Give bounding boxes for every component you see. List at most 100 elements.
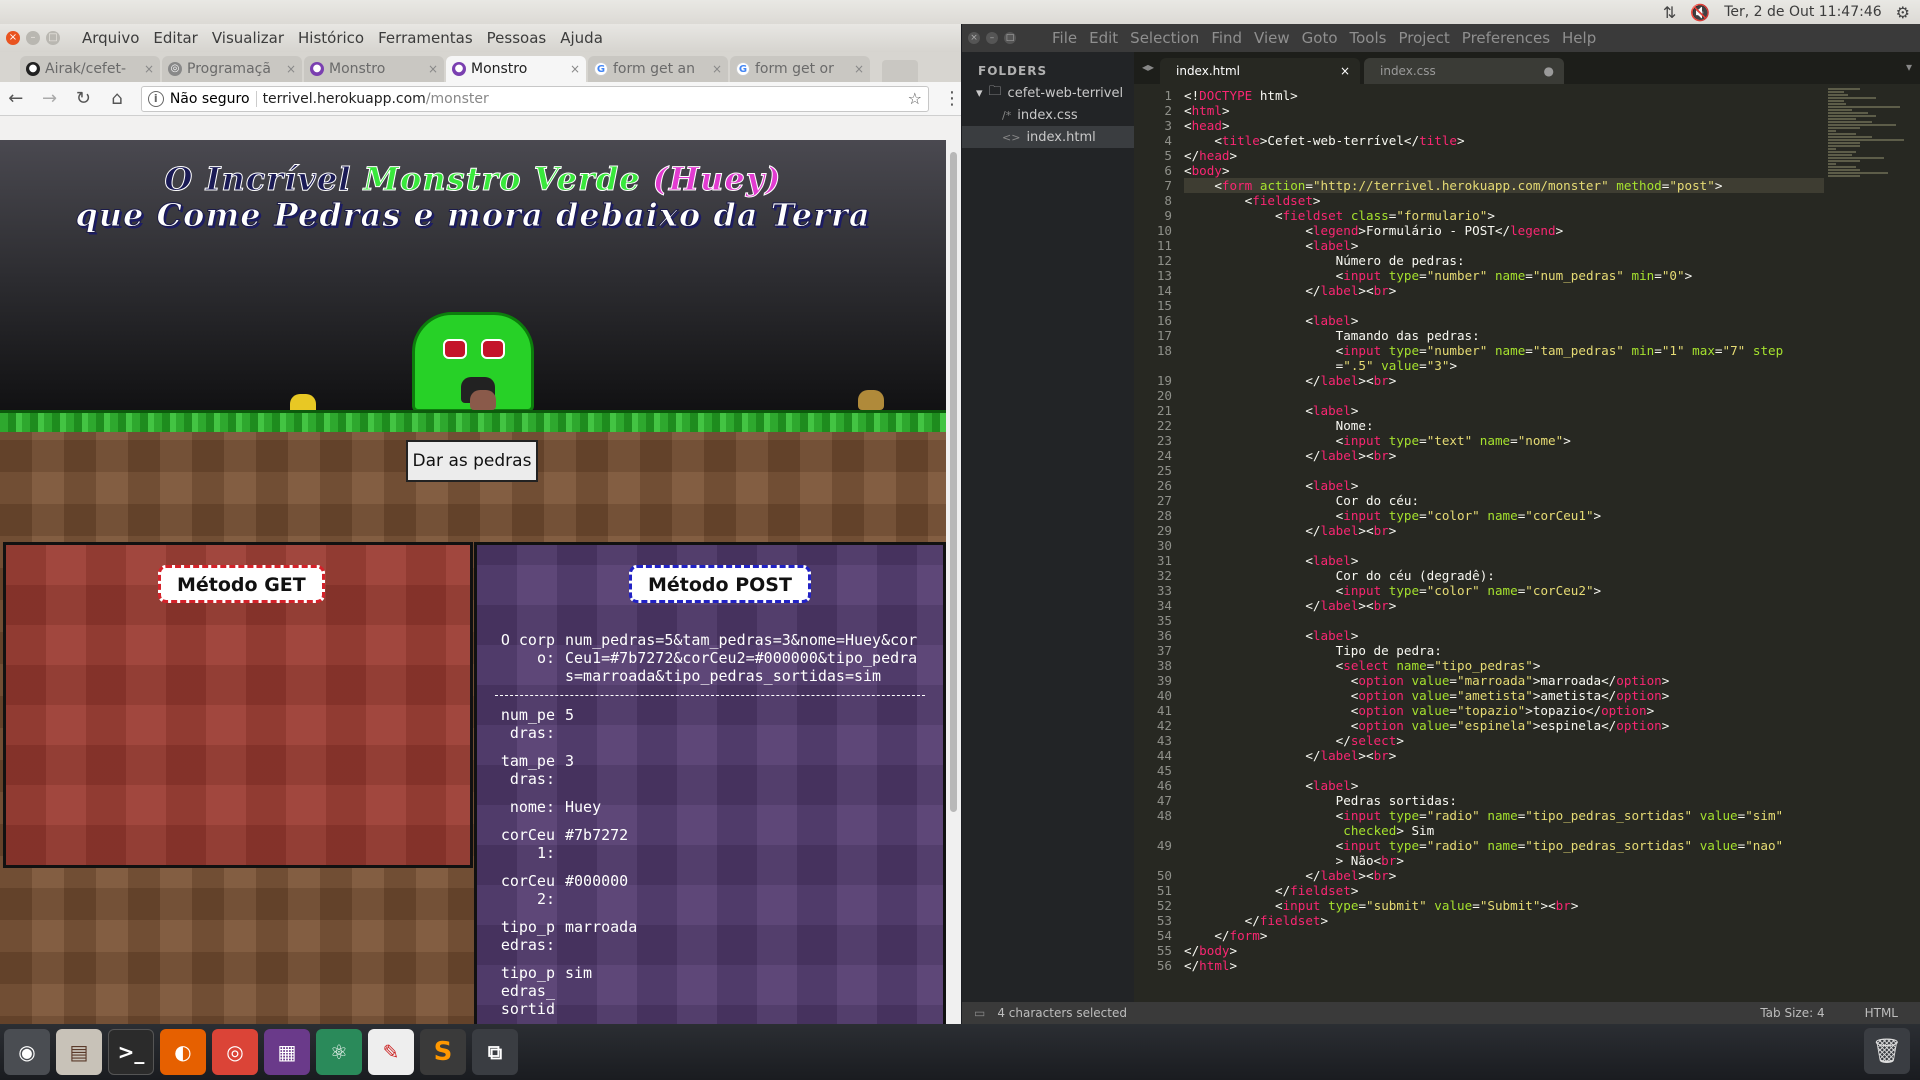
tab-close-icon[interactable]: × [854, 62, 864, 76]
tab-monstro-active[interactable]: ● Monstro × [446, 56, 586, 82]
bookmark-star-icon[interactable]: ☆ [908, 89, 922, 108]
grass-strip [0, 410, 946, 432]
volume-muted-icon[interactable]: 🔇 [1690, 3, 1710, 22]
ubuntu-logo-icon[interactable]: ◉ [4, 1029, 50, 1075]
window-close-icon[interactable]: × [968, 32, 980, 44]
divider [255, 90, 257, 107]
window-close-icon[interactable]: × [6, 31, 20, 45]
menu-find[interactable]: Find [1211, 29, 1242, 47]
give-rocks-button[interactable]: Dar as pedras [406, 440, 538, 482]
tab-label: Monstro [471, 61, 528, 77]
tab-label: form get or [755, 61, 834, 77]
reload-icon[interactable]: ↻ [73, 88, 93, 109]
post-value: marroada [565, 918, 638, 936]
file-row-css[interactable]: /* index.css [962, 104, 1134, 126]
tab-close-icon[interactable]: × [1340, 64, 1350, 78]
menu-ferramentas[interactable]: Ferramentas [376, 29, 475, 47]
scrollbar-thumb[interactable] [950, 152, 957, 812]
menu-view[interactable]: View [1254, 29, 1290, 47]
menu-preferences[interactable]: Preferences [1462, 29, 1550, 47]
window-minimize-icon[interactable]: – [26, 31, 40, 45]
tab-github[interactable]: ● Airak/cefet- × [20, 56, 160, 82]
address-bar[interactable]: i Não seguro terrivel.herokuapp.com /mon… [140, 85, 929, 112]
tab-programacao[interactable]: ◎ Programaçã × [162, 56, 302, 82]
terminal-icon[interactable]: >_ [108, 1029, 154, 1075]
security-label: Não seguro [169, 90, 250, 107]
folder-row[interactable]: ▾ 🗀 cefet-web-terrivel [962, 82, 1134, 104]
tab-close-icon[interactable]: × [286, 62, 296, 76]
tab-form-get-1[interactable]: G form get an × [588, 56, 728, 82]
url-path: /monster [425, 90, 489, 107]
browser-titlebar: × – □ Arquivo Editar Visualizar Históric… [0, 24, 961, 52]
clock[interactable]: Ter, 2 de Out 11:47:46 [1724, 4, 1881, 20]
panel-toggle-icon[interactable]: ▭ [974, 1006, 985, 1020]
new-tab-button[interactable] [882, 60, 918, 82]
menu-historico[interactable]: Histórico [296, 29, 366, 47]
menu-tools[interactable]: Tools [1350, 29, 1387, 47]
menu-editar[interactable]: Editar [151, 29, 199, 47]
sublime-sidebar: FOLDERS ▾ 🗀 cefet-web-terrivel /* index.… [962, 52, 1134, 1002]
trash-icon[interactable]: 🗑 [1864, 1028, 1910, 1074]
menu-ajuda[interactable]: Ajuda [558, 29, 605, 47]
tab-close-icon[interactable]: × [570, 62, 580, 76]
window-minimize-icon[interactable]: – [986, 32, 998, 44]
code-content[interactable]: <!DOCTYPE html> <html> <head> <title>Cefet… [1184, 88, 1824, 973]
menu-edit[interactable]: Edit [1089, 29, 1118, 47]
tab-close-icon[interactable]: × [144, 62, 154, 76]
menu-pessoas[interactable]: Pessoas [485, 29, 549, 47]
workspace-switcher-icon[interactable]: ⧉ [472, 1029, 518, 1075]
page-scrollbar[interactable] [946, 140, 961, 1048]
unsaved-dot-icon[interactable]: ● [1544, 64, 1554, 78]
menu-file[interactable]: File [1052, 29, 1077, 47]
syntax-indicator[interactable]: HTML [1865, 1006, 1898, 1020]
tab-nav-arrows-icon[interactable]: ◂▸ [1142, 60, 1154, 74]
file-row-html[interactable]: <> index.html [962, 126, 1134, 148]
menu-help[interactable]: Help [1562, 29, 1596, 47]
post-key: corCeu2: [500, 872, 555, 908]
settings-gear-icon[interactable]: ⚙ [1896, 3, 1910, 22]
tab-monstro-1[interactable]: ● Monstro × [304, 56, 444, 82]
tab-form-get-2[interactable]: G form get or × [730, 56, 870, 82]
editor-tab-index-css[interactable]: index.css ● [1364, 58, 1564, 84]
tab-label: Airak/cefet- [45, 61, 127, 77]
forward-arrow-icon[interactable]: → [40, 88, 60, 109]
github-icon: ● [26, 62, 40, 76]
browser-menu-icon[interactable]: ⋮ [943, 88, 961, 109]
page-viewport: O Incrível Monstro Verde (Huey) que Come… [0, 140, 946, 1048]
menu-project[interactable]: Project [1398, 29, 1449, 47]
code-editor[interactable]: 1 2 3 4 5 6 7 8 9 10 11 12 13 14 15 16 17 18 19 20 21 22 23 24… [1134, 84, 1920, 1002]
menu-selection[interactable]: Selection [1130, 29, 1199, 47]
window-maximize-icon[interactable]: □ [46, 31, 60, 45]
network-icon[interactable]: ⇅ [1663, 3, 1676, 22]
menu-visualizar[interactable]: Visualizar [210, 29, 286, 47]
app-window-icon[interactable]: ▦ [264, 1029, 310, 1075]
menu-arquivo[interactable]: Arquivo [80, 29, 141, 47]
post-value: #7b7272 [565, 826, 629, 844]
firefox-icon[interactable]: ◐ [160, 1029, 206, 1075]
sublime-titlebar: × – □ File Edit Selection Find View Goto… [962, 24, 1920, 52]
chrome-icon[interactable]: ◎ [212, 1029, 258, 1075]
monster-scene: O Incrível Monstro Verde (Huey) que Come… [0, 140, 946, 1048]
home-icon[interactable]: ⌂ [107, 88, 127, 109]
editor-tab-index-html[interactable]: index.html × [1160, 58, 1360, 84]
post-row: tipo_pedras: marroada [495, 918, 925, 954]
info-icon[interactable]: i [147, 90, 164, 107]
chevron-down-icon: ▾ [976, 85, 983, 101]
editor-app-icon[interactable]: ✎ [368, 1029, 414, 1075]
atom-icon[interactable]: ⚛ [316, 1029, 362, 1075]
tab-close-icon[interactable]: × [428, 62, 438, 76]
monster-eye [443, 339, 467, 359]
back-arrow-icon[interactable]: ← [6, 88, 26, 109]
tab-dropdown-icon[interactable]: ▾ [1906, 60, 1912, 74]
post-value: #000000 [565, 872, 629, 890]
files-icon[interactable]: ▤ [56, 1029, 102, 1075]
sublime-text-icon[interactable]: S [420, 1029, 466, 1075]
tab-size-indicator[interactable]: Tab Size: 4 [1760, 1006, 1824, 1020]
tab-label: index.css [1380, 64, 1436, 78]
menu-goto[interactable]: Goto [1302, 29, 1338, 47]
post-row-corpo: O corpo: num_pedras=5&tam_pedras=3&nome=… [495, 631, 925, 685]
tab-close-icon[interactable]: × [712, 62, 722, 76]
window-maximize-icon[interactable]: □ [1004, 32, 1016, 44]
html-file-icon: <> [1002, 130, 1021, 144]
code-minimap[interactable] [1828, 88, 1908, 218]
